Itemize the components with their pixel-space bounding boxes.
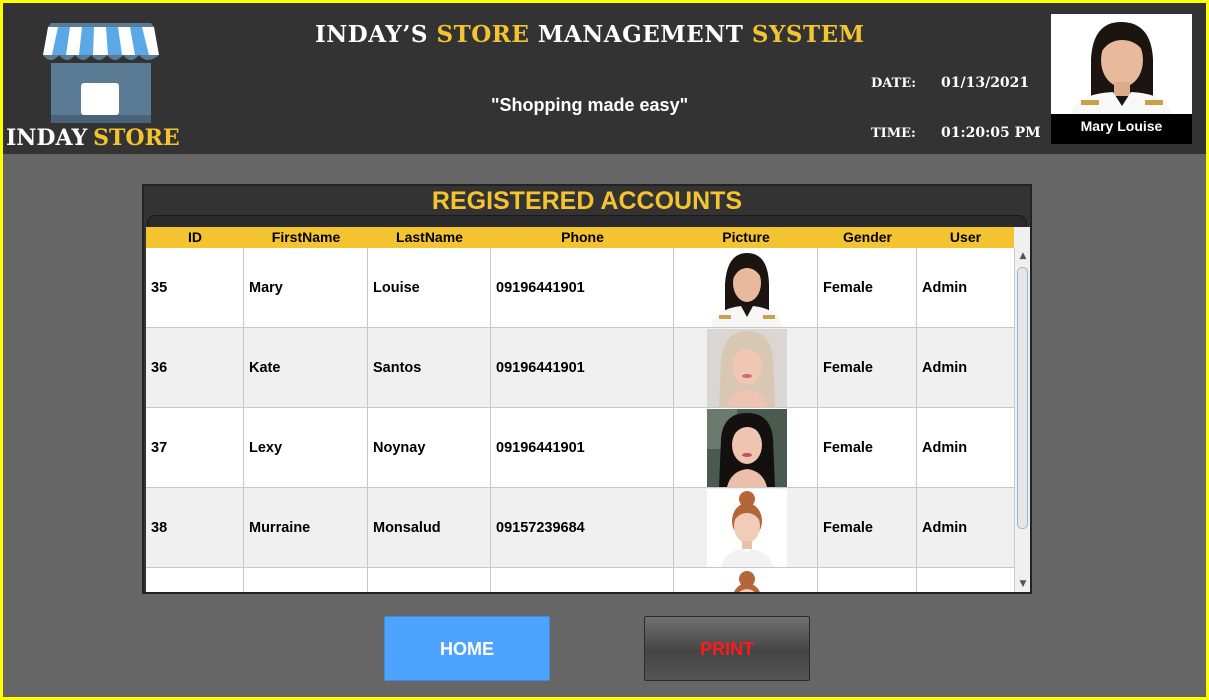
table-row[interactable]: 37 Lexy Noynay 09196441901 Female Admin	[146, 408, 1014, 488]
cell-gender: Female	[818, 248, 917, 328]
scroll-up-arrow-icon[interactable]: ▲	[1015, 248, 1031, 264]
photo-dark-hair-icon	[707, 409, 787, 487]
col-header-picture[interactable]: Picture	[674, 227, 818, 248]
table-header-corner	[1014, 227, 1030, 248]
scroll-down-arrow-icon[interactable]: ▼	[1015, 576, 1031, 592]
date-label: DATE:	[871, 76, 917, 91]
cell-firstname: Murraine	[244, 488, 368, 568]
panel-frame-top	[147, 215, 1027, 227]
cell-id: 36	[146, 328, 244, 408]
col-header-lastname[interactable]: LastName	[368, 227, 491, 248]
cell-firstname	[244, 568, 368, 592]
cell-phone: 09196441901	[491, 408, 674, 488]
cell-user: Admin	[922, 520, 968, 536]
print-button[interactable]: PRINT	[644, 616, 810, 681]
photo-blonde-hair-icon	[707, 329, 787, 407]
title-part-4: SYSTEM	[751, 21, 865, 48]
cell-gender: Female	[818, 488, 917, 568]
cell-user	[917, 568, 1014, 592]
cell-firstname: Mary	[244, 248, 368, 328]
avatar-portrait-icon	[1051, 14, 1192, 114]
logo-word-2: STORE	[93, 125, 180, 151]
cell-picture	[674, 488, 818, 568]
logo-word-1: INDAY	[6, 125, 88, 151]
home-button[interactable]: HOME	[384, 616, 550, 681]
tagline: "Shopping made easy"	[491, 95, 689, 115]
cell-lastname: Louise	[368, 248, 491, 328]
col-header-id[interactable]: ID	[146, 227, 244, 248]
cell-picture	[674, 328, 818, 408]
time-value: 01:20:05 PM	[941, 125, 1041, 141]
user-name: Mary Louise	[1080, 118, 1163, 134]
app-title: INDAY’S STORE MANAGEMENT SYSTEM	[315, 21, 865, 48]
accounts-table[interactable]: ID FirstName LastName Phone Picture Gend…	[146, 227, 1014, 592]
cell-user: Admin	[922, 360, 968, 376]
cell-lastname: Santos	[368, 328, 491, 408]
table-header: ID FirstName LastName Phone Picture Gend…	[146, 227, 1014, 248]
table-row[interactable]: 38 Murraine Monsalud 09157239684 Female …	[146, 488, 1014, 568]
cell-id: 38	[146, 488, 244, 568]
cell-phone	[491, 568, 674, 592]
cell-picture	[674, 248, 818, 328]
logo-wordmark: INDAY STORE	[6, 125, 180, 151]
header-bar: INDAY STORE INDAY’S STORE MANAGEMENT SYST…	[3, 3, 1206, 154]
cell-id	[146, 568, 244, 592]
table-row[interactable]: 35 Mary Louise 09196441901 Female Admin	[146, 248, 1014, 328]
cell-gender: Female	[818, 328, 917, 408]
cell-id: 37	[146, 408, 244, 488]
user-profile: Mary Louise	[1051, 14, 1192, 144]
app-window: INDAY STORE INDAY’S STORE MANAGEMENT SYST…	[0, 0, 1209, 700]
table-row[interactable]	[146, 568, 1014, 592]
title-part-2: STORE	[436, 21, 538, 48]
cell-phone: 09196441901	[491, 248, 674, 328]
cell-gender: Female	[818, 408, 917, 488]
col-header-phone[interactable]: Phone	[491, 227, 674, 248]
cell-lastname: Noynay	[368, 408, 491, 488]
scrollbar-thumb[interactable]	[1017, 267, 1028, 529]
photo-red-hair-bun-icon	[707, 489, 787, 567]
date-value: 01/13/2021	[941, 75, 1030, 91]
title-part-1: INDAY’S	[315, 21, 437, 48]
user-avatar	[1051, 14, 1192, 114]
col-header-user[interactable]: User	[917, 227, 1014, 248]
table-row[interactable]: 36 Kate Santos 09196441901 Female Admin	[146, 328, 1014, 408]
cell-phone: 09196441901	[491, 328, 674, 408]
cell-gender	[818, 568, 917, 592]
title-part-3: MANAGEMENT	[537, 21, 752, 48]
cell-id: 35	[146, 248, 244, 328]
cell-firstname: Lexy	[244, 408, 368, 488]
cell-firstname: Kate	[244, 328, 368, 408]
cell-lastname: Monsalud	[368, 488, 491, 568]
col-header-firstname[interactable]: FirstName	[244, 227, 368, 248]
photo-dark-hair-uniform-icon	[707, 249, 787, 327]
vertical-scrollbar[interactable]: ▲ ▼	[1014, 248, 1030, 592]
cell-lastname	[368, 568, 491, 592]
cell-picture	[674, 408, 818, 488]
photo-red-hair-bun-icon	[707, 569, 787, 592]
cell-phone: 09157239684	[491, 488, 674, 568]
col-header-gender[interactable]: Gender	[818, 227, 917, 248]
cell-picture	[674, 568, 818, 592]
cell-user: Admin	[922, 440, 968, 456]
panel-title: REGISTERED ACCOUNTS	[431, 187, 743, 215]
time-label: TIME:	[871, 126, 916, 141]
registered-accounts-panel: REGISTERED ACCOUNTS ID FirstName LastNam…	[142, 184, 1032, 594]
cell-user: Admin	[922, 280, 968, 296]
